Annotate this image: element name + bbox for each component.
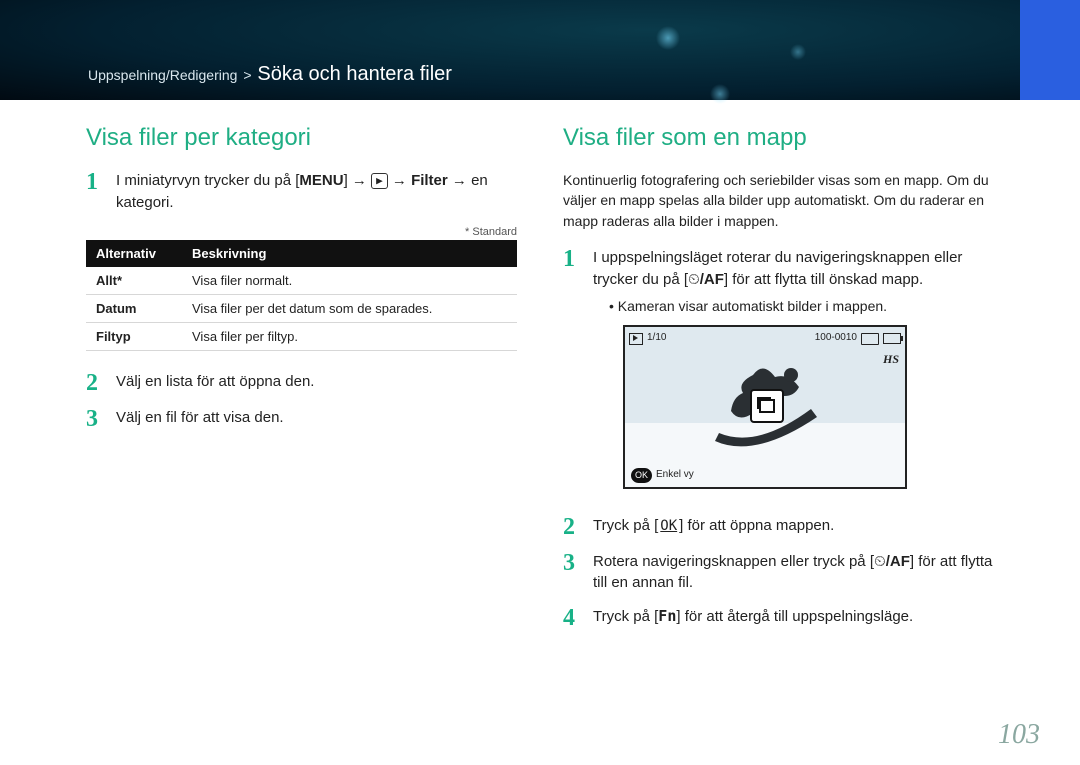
menu-button-icon: MENU <box>299 172 343 189</box>
t: ] för att återgå till uppspelningsläge. <box>676 608 913 625</box>
step-text: Rotera navigeringsknappen eller tryck på… <box>593 551 994 595</box>
c: Allt* <box>86 267 182 295</box>
bullet-text: Kameran visar automatiskt bilder i mappe… <box>609 296 994 316</box>
right-column: Visa filer som en mapp Kontinuerlig foto… <box>563 124 994 642</box>
step-number-2: 2 <box>563 515 581 539</box>
af-label: /AF <box>700 271 724 288</box>
t: ] för att flytta till önskad mapp. <box>724 271 923 288</box>
ok-dpad-icon: OK <box>658 516 679 536</box>
table-row: DatumVisa filer per det datum som de spa… <box>86 294 517 322</box>
step-text: Välj en fil för att visa den. <box>116 407 284 431</box>
step-number-2: 2 <box>86 371 104 395</box>
folder-id: 100-0010 <box>815 331 857 346</box>
th-desc: Beskrivning <box>182 240 517 267</box>
t: ] för att öppna mappen. <box>679 517 834 534</box>
sd-icon <box>861 333 879 345</box>
c: Filtyp <box>86 322 182 350</box>
status-bar: 1/10 100-0010 <box>629 331 901 347</box>
page-number: 103 <box>998 719 1040 751</box>
step-number-1: 1 <box>86 170 104 214</box>
right-heading: Visa filer som en mapp <box>563 124 994 152</box>
page-body: Visa filer per kategori 1 I miniatyrvyn … <box>0 100 1080 642</box>
options-table: AlternativBeskrivning Allt*Visa filer no… <box>86 240 517 351</box>
right-step-1: 1 I uppspelningsläget roterar du naviger… <box>563 247 994 503</box>
hs-badge: HS <box>883 351 899 368</box>
t: Rotera navigeringsknappen eller tryck på… <box>593 553 874 570</box>
step-text: I miniatyrvyn trycker du på [MENU] → ▶ →… <box>116 170 517 214</box>
breadcrumb: Uppspelning/Redigering > Söka och hanter… <box>88 63 452 86</box>
left-step-2: 2 Välj en lista för att öppna den. <box>86 371 517 395</box>
breadcrumb-topic: Söka och hantera filer <box>257 63 452 85</box>
th-alt: Alternativ <box>86 240 182 267</box>
step-text: I uppspelningsläget roterar du navigerin… <box>593 247 994 503</box>
step-number-3: 3 <box>563 551 581 595</box>
c: Visa filer per det datum som de sparades… <box>182 294 517 322</box>
burst-folder-icon <box>750 389 784 423</box>
play-icon: ▶ <box>371 173 388 189</box>
breadcrumb-section: Uppspelning/Redigering <box>88 67 237 83</box>
right-step-4: 4 Tryck på [Fn] för att återgå till upps… <box>563 606 994 630</box>
right-step-3: 3 Rotera navigeringsknappen eller tryck … <box>563 551 994 595</box>
t: ] → <box>344 172 372 189</box>
ok-badge: OK <box>631 468 652 483</box>
filter-label: Filter <box>411 172 448 189</box>
step-number-1: 1 <box>563 247 581 503</box>
step-text: Tryck på [OK] för att öppna mappen. <box>593 515 834 539</box>
left-step-3: 3 Välj en fil för att visa den. <box>86 407 517 431</box>
t: I miniatyrvyn trycker du på [ <box>116 172 299 189</box>
t: → <box>388 172 411 189</box>
left-column: Visa filer per kategori 1 I miniatyrvyn … <box>86 124 517 642</box>
table-row: Allt*Visa filer normalt. <box>86 267 517 295</box>
c: Datum <box>86 294 182 322</box>
ok-text: OK <box>660 518 677 534</box>
frame-count: 1/10 <box>647 331 666 346</box>
step-number-4: 4 <box>563 606 581 630</box>
bottom-bar: OK Enkel vy <box>631 468 694 483</box>
breadcrumb-sep: > <box>241 67 253 83</box>
fn-label: Fn <box>658 607 676 625</box>
c: Visa filer normalt. <box>182 267 517 295</box>
t: Tryck på [ <box>593 517 658 534</box>
c: Visa filer per filtyp. <box>182 322 517 350</box>
timer-icon: ⏲ <box>688 271 700 288</box>
right-step-2: 2 Tryck på [OK] för att öppna mappen. <box>563 515 994 539</box>
timer-icon: ⏲ <box>874 553 886 570</box>
page-header: Uppspelning/Redigering > Söka och hanter… <box>0 0 1080 100</box>
right-intro: Kontinuerlig fotografering och seriebild… <box>563 170 994 231</box>
step-text: Tryck på [Fn] för att återgå till uppspe… <box>593 606 913 630</box>
battery-icon <box>883 333 901 344</box>
step-number-3: 3 <box>86 407 104 431</box>
camera-screen: 1/10 100-0010 HS OK Enkel vy <box>623 325 907 489</box>
standard-note: * Standard <box>86 226 517 238</box>
left-heading: Visa filer per kategori <box>86 124 517 152</box>
af-label: /AF <box>886 553 910 570</box>
t: Tryck på [ <box>593 608 658 625</box>
mode-label: Enkel vy <box>656 468 694 483</box>
left-step-1: 1 I miniatyrvyn trycker du på [MENU] → ▶… <box>86 170 517 214</box>
step-text: Välj en lista för att öppna den. <box>116 371 314 395</box>
table-row: FiltypVisa filer per filtyp. <box>86 322 517 350</box>
play-icon <box>629 333 643 345</box>
